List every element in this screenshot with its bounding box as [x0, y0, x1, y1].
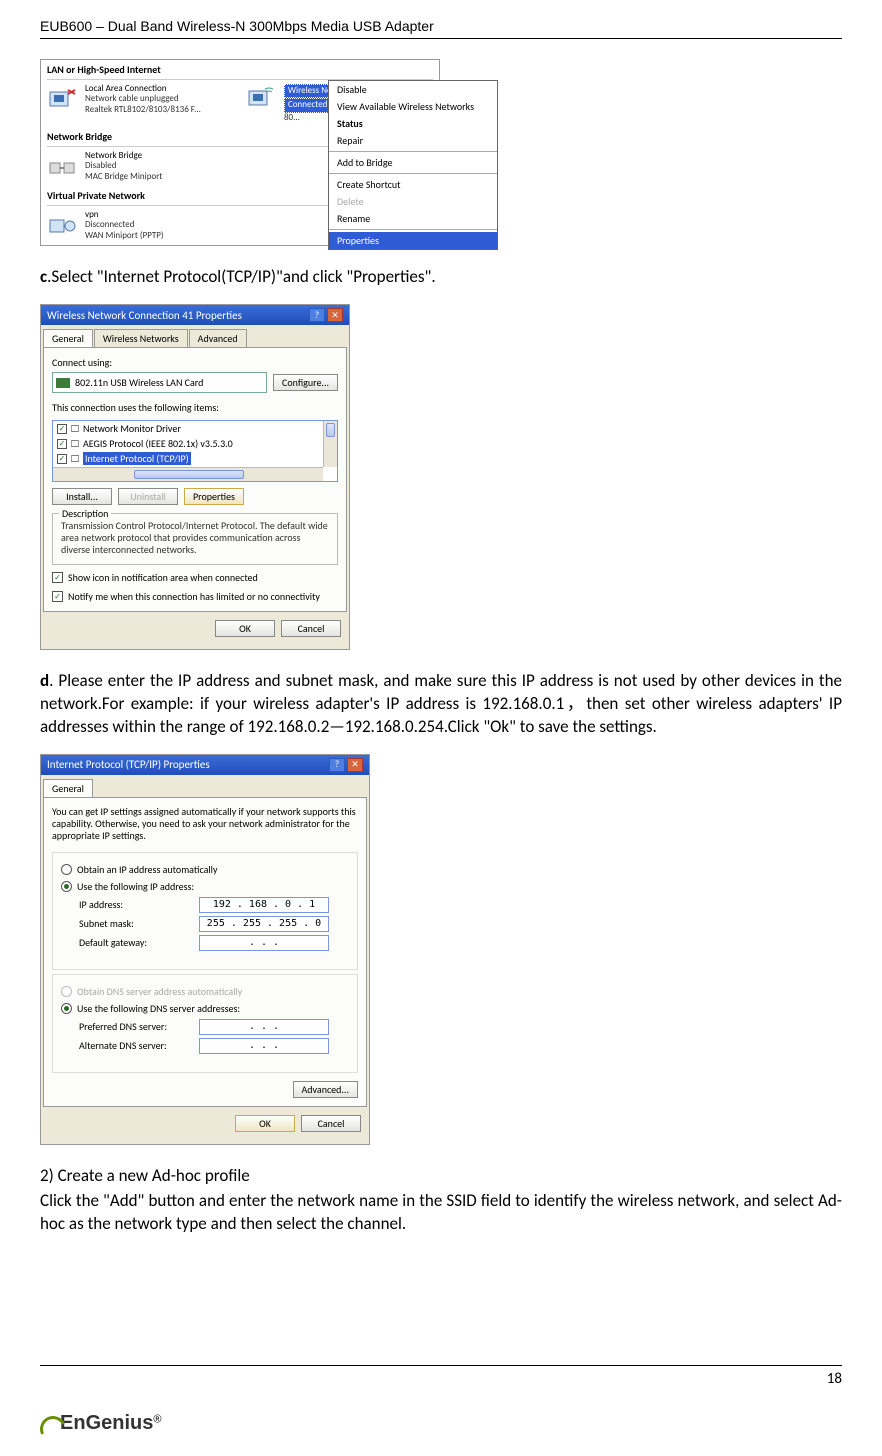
description-legend: Description: [59, 507, 111, 520]
install-button[interactable]: Install...: [52, 488, 112, 505]
tab-advanced[interactable]: Advanced: [189, 329, 247, 347]
titlebar: Wireless Network Connection 41 Propertie…: [41, 305, 349, 325]
configure-button[interactable]: Configure...: [273, 374, 338, 391]
ip-input[interactable]: 192 . 168 . 0 . 1: [199, 897, 329, 913]
page-footer: 18: [40, 1365, 842, 1388]
menu-disable[interactable]: Disable: [329, 81, 497, 98]
close-button[interactable]: ✕: [327, 308, 343, 322]
description-text: Transmission Control Protocol/Internet P…: [61, 520, 329, 556]
item-aegis[interactable]: ✓🞎AEGIS Protocol (IEEE 802.1x) v3.5.3.0: [53, 436, 337, 451]
subnet-label: Subnet mask:: [79, 917, 199, 930]
advanced-button[interactable]: Advanced...: [293, 1081, 359, 1098]
logo: EnGenius®: [40, 1412, 161, 1436]
alt-dns-label: Alternate DNS server:: [79, 1039, 199, 1052]
description-group: Description Transmission Control Protoco…: [52, 513, 338, 565]
menu-add-bridge[interactable]: Add to Bridge: [329, 154, 497, 171]
items-label: This connection uses the following items…: [52, 401, 338, 414]
titlebar: Internet Protocol (TCP/IP) Properties ? …: [41, 755, 369, 775]
bridge-icon: [47, 154, 79, 180]
tabs: General Wireless Networks Advanced: [41, 325, 349, 347]
use-ip-radio[interactable]: Use the following IP address:: [61, 880, 349, 893]
vpn-icon: [47, 213, 79, 239]
lac-device: Realtek RTL8102/8103/8136 F...: [85, 105, 201, 115]
tab-wireless[interactable]: Wireless Networks: [94, 329, 188, 347]
help-button[interactable]: ?: [329, 758, 345, 772]
logo-swoosh-icon: [40, 1414, 62, 1436]
show-icon-check[interactable]: ✓Show icon in notification area when con…: [52, 571, 338, 584]
properties-button[interactable]: Properties: [184, 488, 244, 505]
vscrollbar[interactable]: [323, 421, 337, 467]
screenshot-tcpip-properties: Internet Protocol (TCP/IP) Properties ? …: [40, 754, 370, 1145]
hscrollbar[interactable]: [53, 467, 323, 481]
menu-rename[interactable]: Rename: [329, 210, 497, 227]
tab-general[interactable]: General: [43, 779, 93, 797]
notify-check[interactable]: ✓Notify me when this connection has limi…: [52, 590, 338, 603]
gateway-label: Default gateway:: [79, 936, 199, 949]
cancel-button[interactable]: Cancel: [281, 620, 341, 637]
ok-button[interactable]: OK: [235, 1115, 295, 1132]
subnet-input[interactable]: 255 . 255 . 255 . 0: [199, 916, 329, 932]
gateway-input[interactable]: . . .: [199, 935, 329, 951]
help-button[interactable]: ?: [309, 308, 325, 322]
tab-general[interactable]: General: [43, 329, 93, 347]
intro-text: You can get IP settings assigned automat…: [52, 806, 358, 842]
vpn-device: WAN Miniport (PPTP): [85, 231, 164, 241]
nic-display: 802.11n USB Wireless LAN Card: [52, 372, 267, 393]
connect-using-label: Connect using:: [52, 356, 338, 369]
cancel-button[interactable]: Cancel: [301, 1115, 361, 1132]
use-dns-radio[interactable]: Use the following DNS server addresses:: [61, 1002, 349, 1015]
dialog-title: Internet Protocol (TCP/IP) Properties: [47, 758, 210, 771]
lan-icon: [47, 87, 79, 113]
wireless-icon: [246, 84, 278, 110]
pref-dns-label: Preferred DNS server:: [79, 1020, 199, 1033]
page-header: EUB600 – Dual Band Wireless-N 300Mbps Me…: [40, 0, 842, 39]
lac-item[interactable]: Local Area Connection Network cable unpl…: [41, 80, 240, 119]
obtain-ip-radio[interactable]: Obtain an IP address automatically: [61, 863, 349, 876]
nic-icon: [56, 378, 70, 388]
obtain-dns-radio: Obtain DNS server address automatically: [61, 985, 349, 998]
page-number: 18: [827, 1370, 842, 1388]
paragraph-d: d. Please enter the IP address and subne…: [40, 670, 842, 739]
uninstall-button: Uninstall: [118, 488, 178, 505]
context-menu: Disable View Available Wireless Networks…: [328, 80, 498, 250]
item-tcpip[interactable]: ✓🞎Internet Protocol (TCP/IP): [53, 451, 337, 466]
section-2-text: Click the "Add" button and enter the net…: [40, 1190, 842, 1236]
menu-status[interactable]: Status: [329, 115, 497, 132]
ok-button[interactable]: OK: [215, 620, 275, 637]
menu-repair[interactable]: Repair: [329, 132, 497, 149]
menu-delete: Delete: [329, 193, 497, 210]
menu-shortcut[interactable]: Create Shortcut: [329, 176, 497, 193]
paragraph-c: c.Select "Internet Protocol(TCP/IP)"and …: [40, 266, 842, 289]
item-nmd[interactable]: ✓🞎Network Monitor Driver: [53, 421, 337, 436]
components-list[interactable]: ✓🞎Network Monitor Driver ✓🞎AEGIS Protoco…: [52, 420, 338, 482]
close-button[interactable]: ✕: [347, 758, 363, 772]
ip-label: IP address:: [79, 898, 199, 911]
alt-dns-input[interactable]: . . .: [199, 1038, 329, 1054]
wnc-status: Connected: [284, 98, 331, 112]
screenshot-connection-properties: Wireless Network Connection 41 Propertie…: [40, 304, 350, 650]
bridge-device: MAC Bridge Miniport: [85, 172, 162, 182]
screenshot-network-connections: LAN or High-Speed Internet Local Area Co…: [40, 59, 440, 246]
menu-properties[interactable]: Properties: [329, 232, 497, 249]
section-2-heading: 2) Create a new Ad-hoc profile: [40, 1165, 842, 1186]
dialog-title: Wireless Network Connection 41 Propertie…: [47, 309, 242, 322]
section-lan: LAN or High-Speed Internet: [41, 60, 439, 79]
menu-view-networks[interactable]: View Available Wireless Networks: [329, 98, 497, 115]
pref-dns-input[interactable]: . . .: [199, 1019, 329, 1035]
